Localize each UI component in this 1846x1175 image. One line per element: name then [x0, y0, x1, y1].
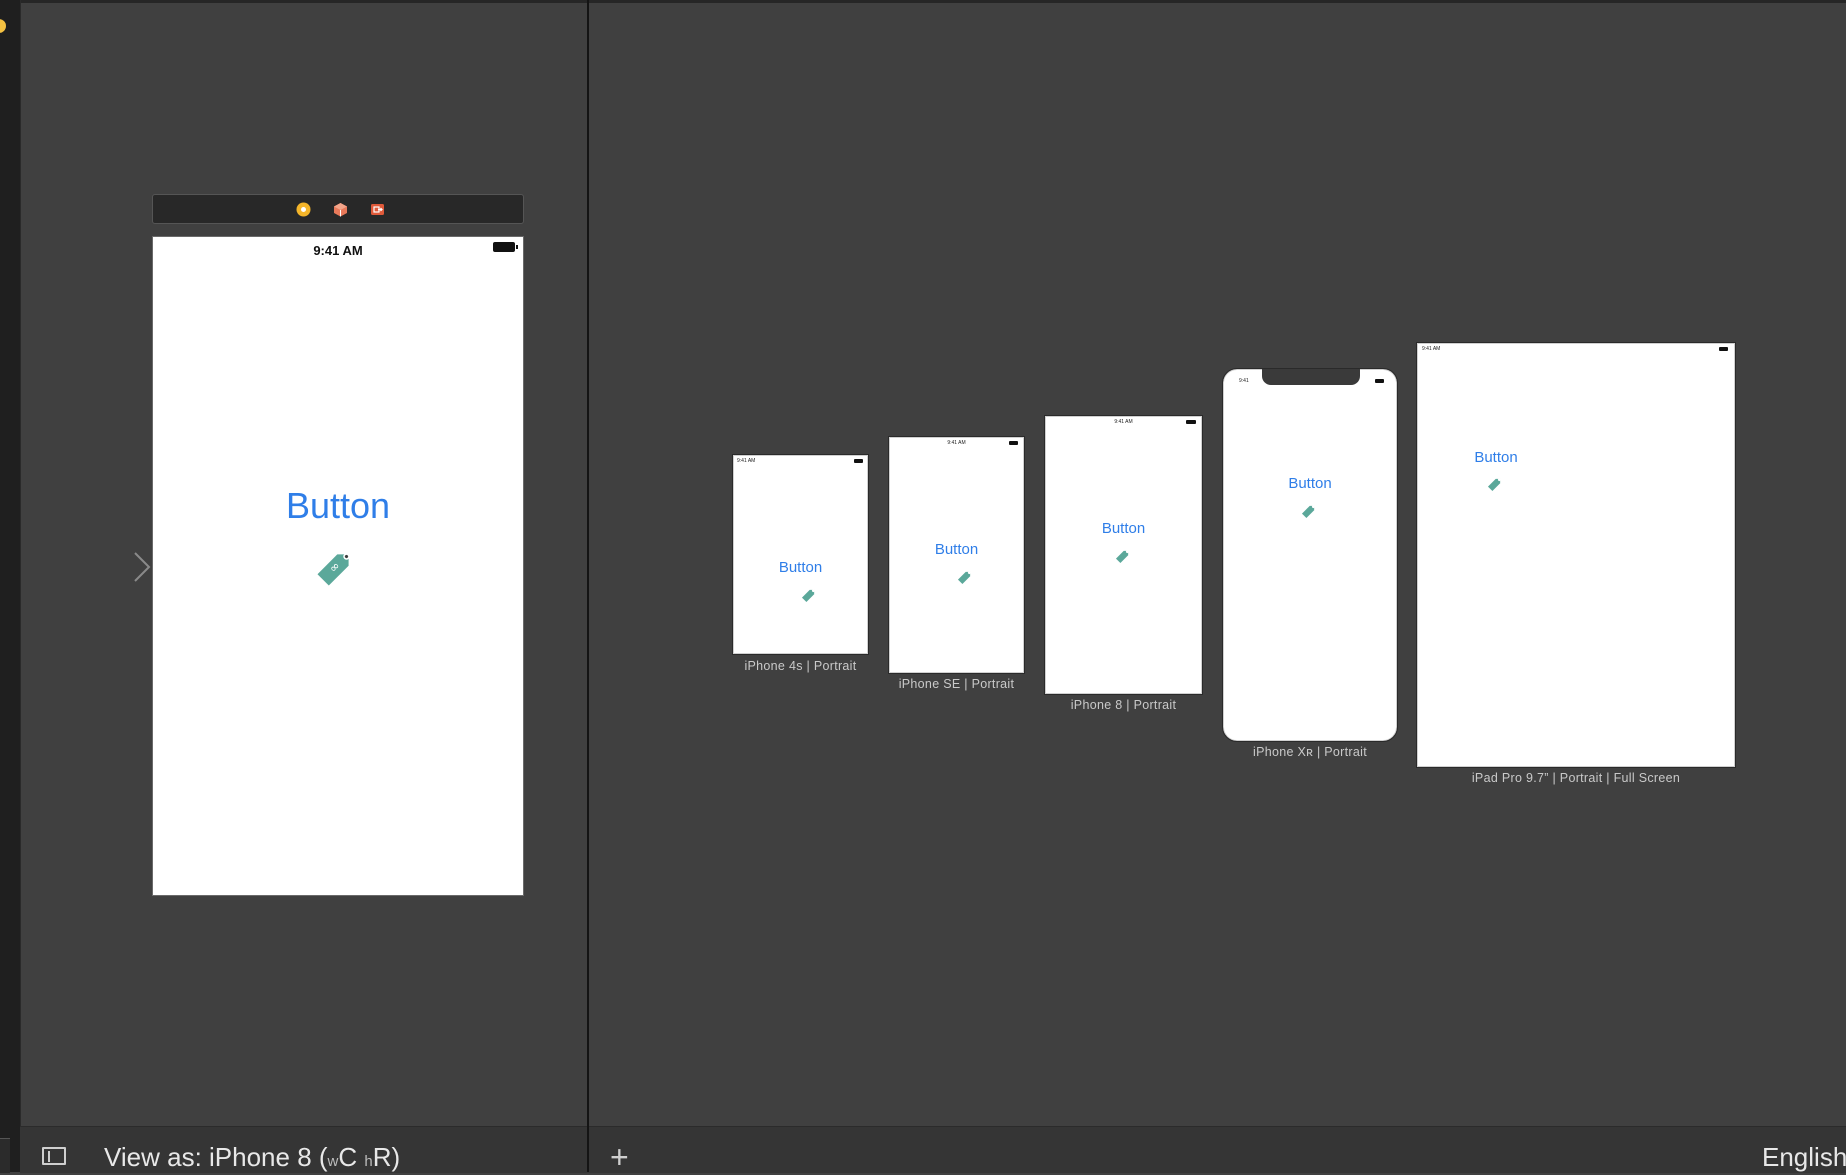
preview-button: Button — [1288, 475, 1332, 492]
battery-icon — [493, 242, 518, 252]
preview-status-time: 9:41 AM — [1422, 346, 1441, 352]
battery-icon — [1375, 379, 1384, 383]
entry-arrow-icon[interactable] — [55, 549, 153, 585]
preview-status-time: 9:41 AM — [737, 458, 756, 464]
view-as-selector[interactable]: View as: iPhone 8 (wC hR) — [104, 1142, 400, 1173]
first-responder-icon[interactable] — [333, 202, 348, 217]
height-class-prefix: h — [364, 1153, 373, 1170]
view-controller-scene[interactable]: 9:41 AM Button ∞ — [152, 236, 524, 896]
scene-button[interactable]: Button — [153, 485, 523, 527]
tag-icon — [1301, 505, 1315, 519]
navigator-strip-tab — [0, 1138, 10, 1173]
plus-icon[interactable]: + — [610, 1141, 629, 1173]
preview-status-time: 9:41 — [1239, 378, 1249, 384]
preview-caption: iPhone 4s | Portrait — [744, 659, 857, 673]
battery-icon — [1009, 441, 1018, 445]
battery-icon — [854, 459, 863, 463]
width-class-value: C — [338, 1142, 358, 1172]
preview-button: Button — [778, 559, 823, 576]
device-notch — [1262, 369, 1360, 385]
preview-iphone-se[interactable]: 9:41 AM Button — [888, 436, 1025, 674]
tag-icon — [1115, 550, 1129, 564]
view-controller-icon[interactable] — [296, 202, 311, 217]
status-bar-time: 9:41 AM — [313, 243, 363, 258]
preview-status-time: 9:41 AM — [947, 440, 966, 446]
battery-icon — [1719, 347, 1728, 351]
tag-icon[interactable]: ∞ — [315, 542, 361, 588]
preview-caption: iPhone 8 | Portrait — [1070, 698, 1177, 712]
navigator-strip — [0, 0, 21, 1172]
split-divider-bottom — [587, 1126, 589, 1172]
language-selector[interactable]: English — [1762, 1142, 1846, 1173]
battery-icon — [1186, 420, 1196, 424]
split-divider[interactable] — [587, 0, 589, 1172]
preview-caption: iPad Pro 9.7” | Portrait | Full Screen — [1471, 771, 1681, 785]
width-class-prefix: w — [327, 1153, 339, 1170]
tag-icon — [957, 571, 971, 585]
preview-caption: iPhone SE | Portrait — [898, 677, 1015, 691]
preview-button: Button — [1474, 449, 1518, 466]
preview-caption: iPhone Xʀ | Portrait — [1253, 745, 1367, 759]
preview-iphone-xr[interactable]: 9:41 Button — [1222, 368, 1398, 742]
preview-button: Button — [1101, 520, 1146, 537]
preview-iphone-4s[interactable]: 9:41 AM Button — [732, 454, 869, 655]
tag-icon — [801, 589, 815, 603]
scene-dock — [152, 194, 524, 224]
canvas-top-edge — [20, 0, 1846, 3]
tag-icon — [1487, 478, 1501, 492]
sidebar-toggle-icon[interactable] — [42, 1147, 66, 1165]
preview-status-time: 9:41 AM — [1114, 419, 1133, 425]
preview-button: Button — [934, 541, 979, 558]
preview-ipad-pro[interactable]: 9:41 AM Button — [1416, 342, 1736, 768]
exit-icon[interactable] — [370, 202, 385, 217]
height-class-value: R) — [372, 1142, 401, 1172]
view-as-label: View as: iPhone 8 ( — [104, 1142, 328, 1172]
preview-iphone-8[interactable]: 9:41 AM Button — [1044, 415, 1203, 695]
